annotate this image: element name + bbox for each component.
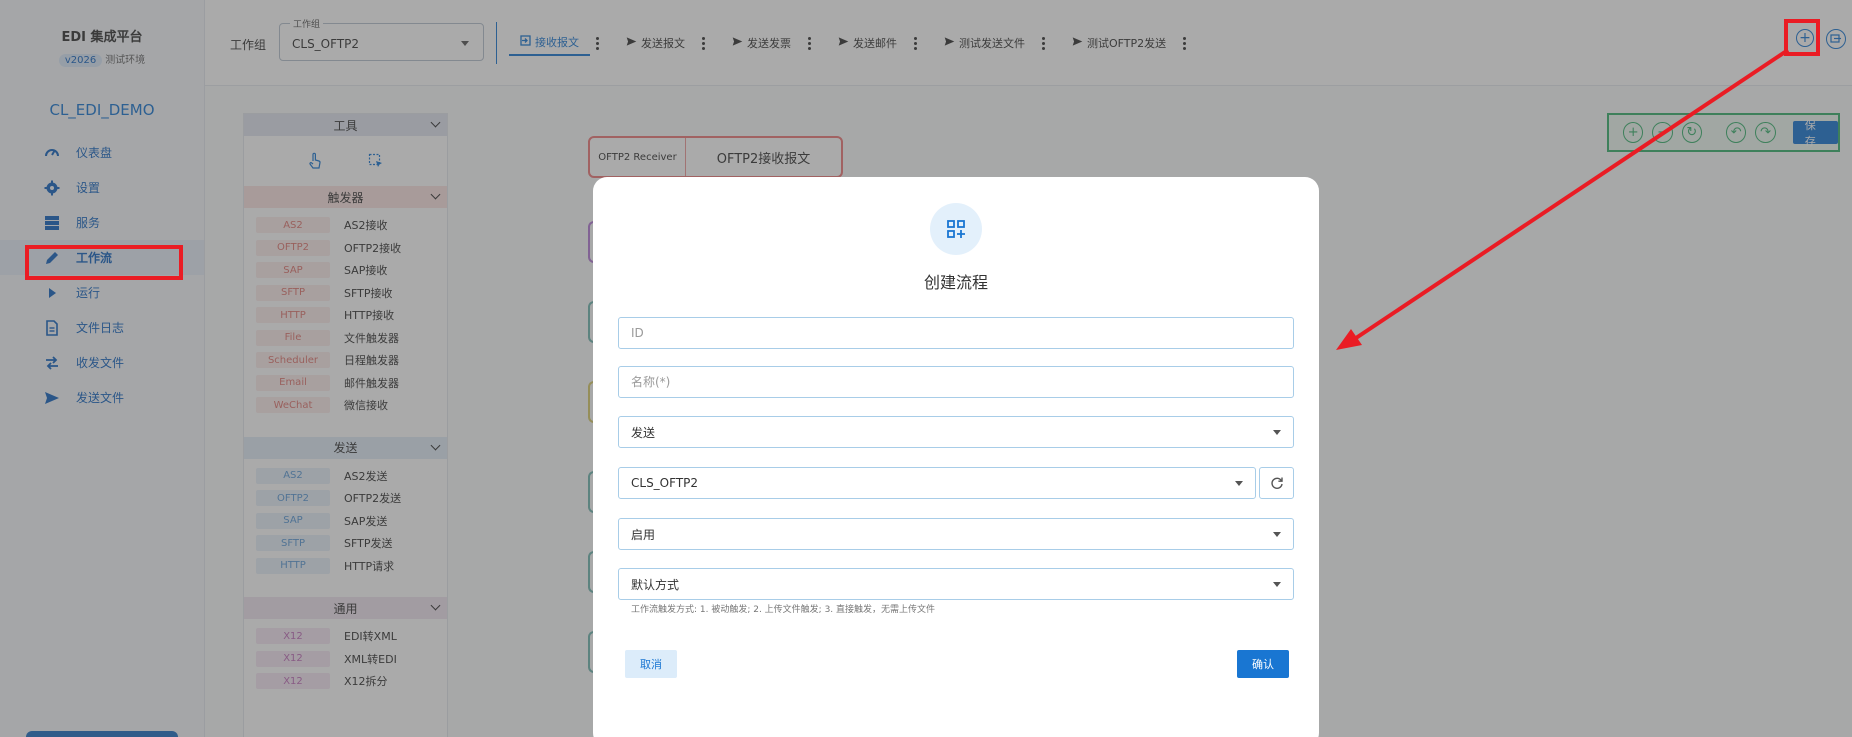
caret-down-icon	[1273, 582, 1281, 587]
trigger-mode-hint: 工作流触发方式: 1. 被动触发; 2. 上传文件触发; 3. 直接触发，无需上…	[631, 605, 936, 615]
name-input[interactable]	[631, 375, 1293, 389]
annotation-highlight-workflow	[25, 245, 183, 280]
group-value: CLS_OFTP2	[631, 476, 699, 490]
cancel-button[interactable]: 取消	[625, 650, 677, 678]
dialog-title: 创建流程	[923, 273, 988, 292]
status-select[interactable]: 启用	[618, 518, 1294, 550]
add-grid-icon	[930, 203, 982, 255]
caret-down-icon	[1273, 532, 1281, 537]
trigger-mode-value: 默认方式	[631, 577, 680, 592]
confirm-button[interactable]: 确认	[1237, 650, 1289, 678]
direction-select[interactable]: 发送	[618, 416, 1294, 448]
create-workflow-dialog: 创建流程 发送 CLS_OFTP2 启用 默认方式 工作流触发方式: 1. 被动…	[593, 177, 1319, 737]
annotation-highlight-add	[1784, 19, 1820, 56]
trigger-mode-select[interactable]: 默认方式	[618, 568, 1294, 600]
caret-down-icon	[1235, 481, 1243, 486]
group-select-dialog[interactable]: CLS_OFTP2	[618, 467, 1256, 499]
refresh-button[interactable]	[1259, 467, 1294, 499]
status-value: 启用	[631, 527, 656, 542]
id-input[interactable]	[631, 326, 1293, 340]
caret-down-icon	[1273, 430, 1281, 435]
direction-value: 发送	[631, 425, 656, 440]
refresh-icon	[1270, 477, 1283, 489]
id-field[interactable]	[618, 317, 1294, 349]
name-field[interactable]	[618, 366, 1294, 398]
